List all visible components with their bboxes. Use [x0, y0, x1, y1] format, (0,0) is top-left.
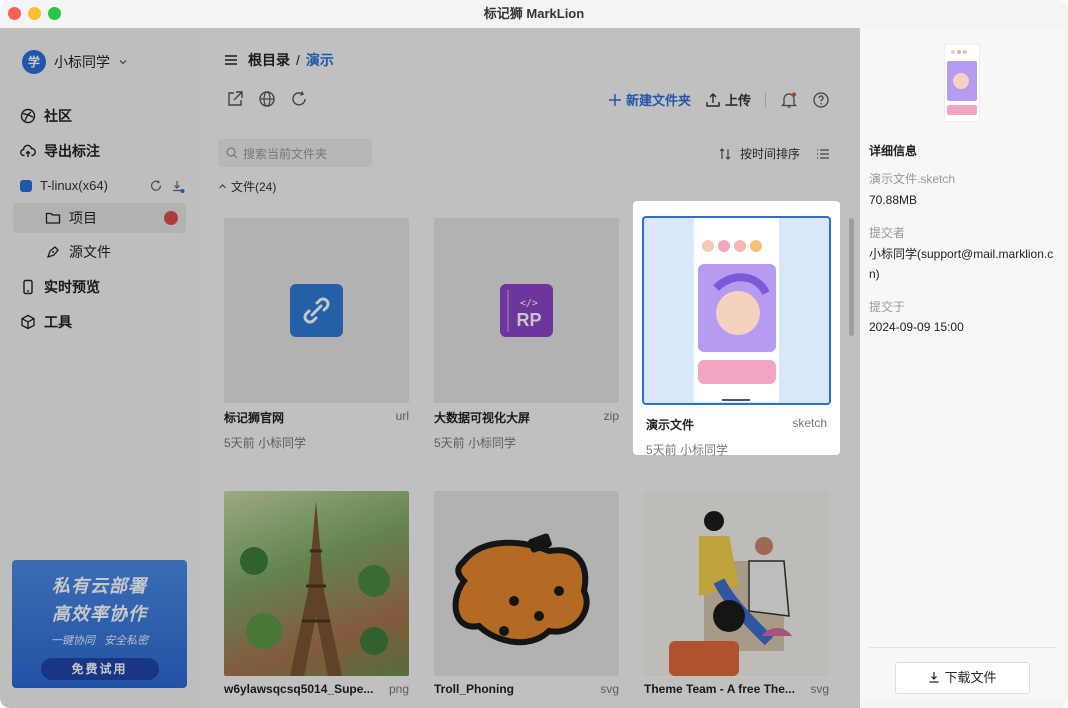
file-thumbnail [642, 216, 831, 405]
detail-panel: 详细信息 演示文件.sketch 70.88MB 提交者 小标同学(suppor… [860, 30, 1065, 700]
download-label: 下载文件 [944, 670, 997, 685]
submitter-value: 小标同学(support@mail.marklion.cn) [869, 247, 1054, 281]
file-card-selected[interactable]: 演示文件 sketch 5天前 小标同学 [633, 201, 840, 457]
file-ext: sketch [792, 416, 827, 430]
minimize-window-button[interactable] [28, 7, 41, 20]
submitter-label: 提交者 [869, 226, 906, 240]
phone-preview-icon [947, 50, 977, 115]
download-icon [929, 672, 939, 683]
divider [869, 647, 1056, 648]
download-file-button[interactable]: 下载文件 [895, 662, 1030, 694]
submitted-value: 2024-09-09 15:00 [869, 320, 964, 334]
traffic-lights [8, 7, 61, 20]
window-title: 标记狮 MarkLion [483, 6, 585, 21]
submitted-label: 提交于 [869, 300, 906, 314]
close-window-button[interactable] [8, 7, 21, 20]
file-meta: 5天前 小标同学 [646, 443, 729, 457]
file-name: 演示文件 [646, 418, 695, 432]
app-window: 标记狮 MarkLion 学 小标同学 社区 导出标注 T-linux(x64)… [0, 0, 1068, 708]
phone-preview-icon [694, 218, 779, 402]
detail-title: 详细信息 [869, 144, 918, 158]
detail-thumbnail [944, 44, 980, 122]
zoom-window-button[interactable] [48, 7, 61, 20]
detail-size: 70.88MB [869, 193, 918, 207]
title-bar: 标记狮 MarkLion [0, 0, 1068, 28]
detail-filename: 演示文件.sketch [869, 172, 956, 186]
